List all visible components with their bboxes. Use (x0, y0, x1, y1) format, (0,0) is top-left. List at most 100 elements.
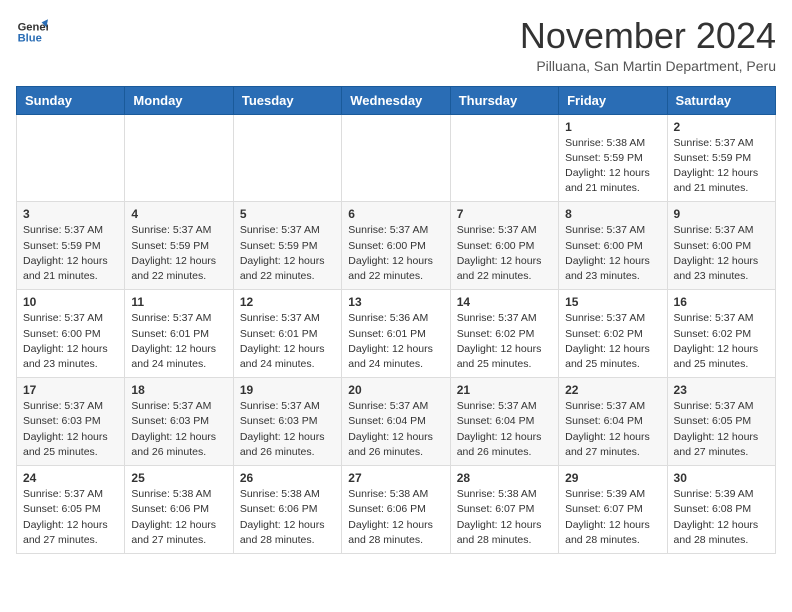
calendar-cell: 11 Sunrise: 5:37 AM Sunset: 6:01 PM Dayli… (125, 290, 233, 378)
day-info: Sunrise: 5:37 AM Sunset: 6:02 PM Dayligh… (565, 311, 660, 372)
weekday-header-wednesday: Wednesday (342, 86, 450, 114)
day-number: 30 (674, 471, 769, 485)
day-info: Sunrise: 5:37 AM Sunset: 6:02 PM Dayligh… (457, 311, 552, 372)
calendar-cell: 30Sunrise: 5:39 AM Sunset: 6:08 PM Dayli… (667, 466, 775, 554)
day-number: 20 (348, 383, 443, 397)
day-number: 28 (457, 471, 552, 485)
calendar-cell: 2Sunrise: 5:37 AM Sunset: 5:59 PM Daylig… (667, 114, 775, 202)
calendar-cell: 3 Sunrise: 5:37 AM Sunset: 5:59 PM Daylig… (17, 202, 125, 290)
day-number: 22 (565, 383, 660, 397)
day-number: 19 (240, 383, 335, 397)
calendar-cell: 4 Sunrise: 5:37 AM Sunset: 5:59 PM Daylig… (125, 202, 233, 290)
day-info: Sunrise: 5:37 AM Sunset: 6:01 PM Dayligh… (131, 311, 226, 372)
day-info: Sunrise: 5:37 AM Sunset: 6:05 PM Dayligh… (674, 399, 769, 460)
day-number: 3 (23, 207, 118, 221)
calendar-cell: 14 Sunrise: 5:37 AM Sunset: 6:02 PM Dayli… (450, 290, 558, 378)
weekday-header-monday: Monday (125, 86, 233, 114)
day-number: 26 (240, 471, 335, 485)
day-number: 7 (457, 207, 552, 221)
day-number: 11 (131, 295, 226, 309)
day-info: Sunrise: 5:36 AM Sunset: 6:01 PM Dayligh… (348, 311, 443, 372)
day-info: Sunrise: 5:38 AM Sunset: 6:07 PM Dayligh… (457, 487, 552, 548)
day-number: 25 (131, 471, 226, 485)
calendar-cell: 7 Sunrise: 5:37 AM Sunset: 6:00 PM Daylig… (450, 202, 558, 290)
calendar-cell: 8 Sunrise: 5:37 AM Sunset: 6:00 PM Daylig… (559, 202, 667, 290)
day-info: Sunrise: 5:37 AM Sunset: 6:03 PM Dayligh… (240, 399, 335, 460)
day-info: Sunrise: 5:38 AM Sunset: 6:06 PM Dayligh… (240, 487, 335, 548)
day-info: Sunrise: 5:37 AM Sunset: 6:00 PM Dayligh… (565, 223, 660, 284)
calendar-cell: 28 Sunrise: 5:38 AM Sunset: 6:07 PM Dayli… (450, 466, 558, 554)
calendar-cell: 25 Sunrise: 5:38 AM Sunset: 6:06 PM Dayli… (125, 466, 233, 554)
calendar-cell: 22 Sunrise: 5:37 AM Sunset: 6:04 PM Dayli… (559, 378, 667, 466)
weekday-header-row: SundayMondayTuesdayWednesdayThursdayFrid… (17, 86, 776, 114)
day-number: 14 (457, 295, 552, 309)
day-info: Sunrise: 5:37 AM Sunset: 6:00 PM Dayligh… (457, 223, 552, 284)
day-number: 4 (131, 207, 226, 221)
calendar-cell: 17Sunrise: 5:37 AM Sunset: 6:03 PM Dayli… (17, 378, 125, 466)
day-info: Sunrise: 5:37 AM Sunset: 6:03 PM Dayligh… (131, 399, 226, 460)
calendar-cell: 12 Sunrise: 5:37 AM Sunset: 6:01 PM Dayli… (233, 290, 341, 378)
day-info: Sunrise: 5:37 AM Sunset: 6:01 PM Dayligh… (240, 311, 335, 372)
day-number: 18 (131, 383, 226, 397)
calendar-cell: 10Sunrise: 5:37 AM Sunset: 6:00 PM Dayli… (17, 290, 125, 378)
svg-text:Blue: Blue (18, 33, 42, 45)
calendar-cell: 21Sunrise: 5:37 AM Sunset: 6:04 PM Dayli… (450, 378, 558, 466)
calendar-cell: 16 Sunrise: 5:37 AM Sunset: 6:02 PM Dayli… (667, 290, 775, 378)
day-info: Sunrise: 5:37 AM Sunset: 6:04 PM Dayligh… (348, 399, 443, 460)
day-number: 6 (348, 207, 443, 221)
day-info: Sunrise: 5:37 AM Sunset: 6:00 PM Dayligh… (23, 311, 118, 372)
day-number: 23 (674, 383, 769, 397)
calendar-cell: 27 Sunrise: 5:38 AM Sunset: 6:06 PM Dayli… (342, 466, 450, 554)
calendar-week-3: 10Sunrise: 5:37 AM Sunset: 6:00 PM Dayli… (17, 290, 776, 378)
day-number: 15 (565, 295, 660, 309)
day-info: Sunrise: 5:37 AM Sunset: 6:04 PM Dayligh… (565, 399, 660, 460)
day-number: 21 (457, 383, 552, 397)
day-number: 24 (23, 471, 118, 485)
calendar-cell (125, 114, 233, 202)
day-number: 9 (674, 207, 769, 221)
calendar-cell: 19 Sunrise: 5:37 AM Sunset: 6:03 PM Dayli… (233, 378, 341, 466)
calendar-cell: 5 Sunrise: 5:37 AM Sunset: 5:59 PM Daylig… (233, 202, 341, 290)
day-info: Sunrise: 5:37 AM Sunset: 5:59 PM Dayligh… (674, 136, 769, 197)
weekday-header-thursday: Thursday (450, 86, 558, 114)
day-info: Sunrise: 5:37 AM Sunset: 5:59 PM Dayligh… (131, 223, 226, 284)
month-title: November 2024 (520, 16, 776, 56)
day-number: 13 (348, 295, 443, 309)
day-number: 27 (348, 471, 443, 485)
day-info: Sunrise: 5:37 AM Sunset: 6:02 PM Dayligh… (674, 311, 769, 372)
day-info: Sunrise: 5:37 AM Sunset: 5:59 PM Dayligh… (23, 223, 118, 284)
calendar-cell: 13 Sunrise: 5:36 AM Sunset: 6:01 PM Dayli… (342, 290, 450, 378)
calendar-cell: 9 Sunrise: 5:37 AM Sunset: 6:00 PM Daylig… (667, 202, 775, 290)
calendar-cell (17, 114, 125, 202)
title-block: November 2024 Pilluana, San Martin Depar… (520, 16, 776, 74)
day-info: Sunrise: 5:37 AM Sunset: 6:05 PM Dayligh… (23, 487, 118, 548)
calendar-week-1: 1Sunrise: 5:38 AM Sunset: 5:59 PM Daylig… (17, 114, 776, 202)
calendar-cell: 6Sunrise: 5:37 AM Sunset: 6:00 PM Daylig… (342, 202, 450, 290)
calendar-week-5: 24 Sunrise: 5:37 AM Sunset: 6:05 PM Dayli… (17, 466, 776, 554)
day-info: Sunrise: 5:38 AM Sunset: 6:06 PM Dayligh… (348, 487, 443, 548)
day-number: 12 (240, 295, 335, 309)
calendar-cell (450, 114, 558, 202)
logo: General Blue (16, 16, 48, 48)
day-number: 16 (674, 295, 769, 309)
day-number: 8 (565, 207, 660, 221)
day-info: Sunrise: 5:37 AM Sunset: 5:59 PM Dayligh… (240, 223, 335, 284)
day-number: 5 (240, 207, 335, 221)
calendar-cell: 18 Sunrise: 5:37 AM Sunset: 6:03 PM Dayli… (125, 378, 233, 466)
day-number: 17 (23, 383, 118, 397)
day-info: Sunrise: 5:37 AM Sunset: 6:00 PM Dayligh… (674, 223, 769, 284)
location-subtitle: Pilluana, San Martin Department, Peru (520, 58, 776, 74)
day-info: Sunrise: 5:38 AM Sunset: 6:06 PM Dayligh… (131, 487, 226, 548)
calendar-cell: 29 Sunrise: 5:39 AM Sunset: 6:07 PM Dayli… (559, 466, 667, 554)
day-number: 29 (565, 471, 660, 485)
calendar-week-2: 3 Sunrise: 5:37 AM Sunset: 5:59 PM Daylig… (17, 202, 776, 290)
day-info: Sunrise: 5:38 AM Sunset: 5:59 PM Dayligh… (565, 136, 660, 197)
weekday-header-sunday: Sunday (17, 86, 125, 114)
day-info: Sunrise: 5:39 AM Sunset: 6:07 PM Dayligh… (565, 487, 660, 548)
page-header: General Blue November 2024 Pilluana, San… (16, 16, 776, 74)
weekday-header-tuesday: Tuesday (233, 86, 341, 114)
weekday-header-saturday: Saturday (667, 86, 775, 114)
calendar-cell: 26 Sunrise: 5:38 AM Sunset: 6:06 PM Dayli… (233, 466, 341, 554)
calendar-week-4: 17 Sunrise: 5:37 AM Sunset: 6:03 PM Dayli… (17, 378, 776, 466)
calendar-table: SundayMondayTuesdayWednesdayThursdayFrid… (16, 86, 776, 554)
